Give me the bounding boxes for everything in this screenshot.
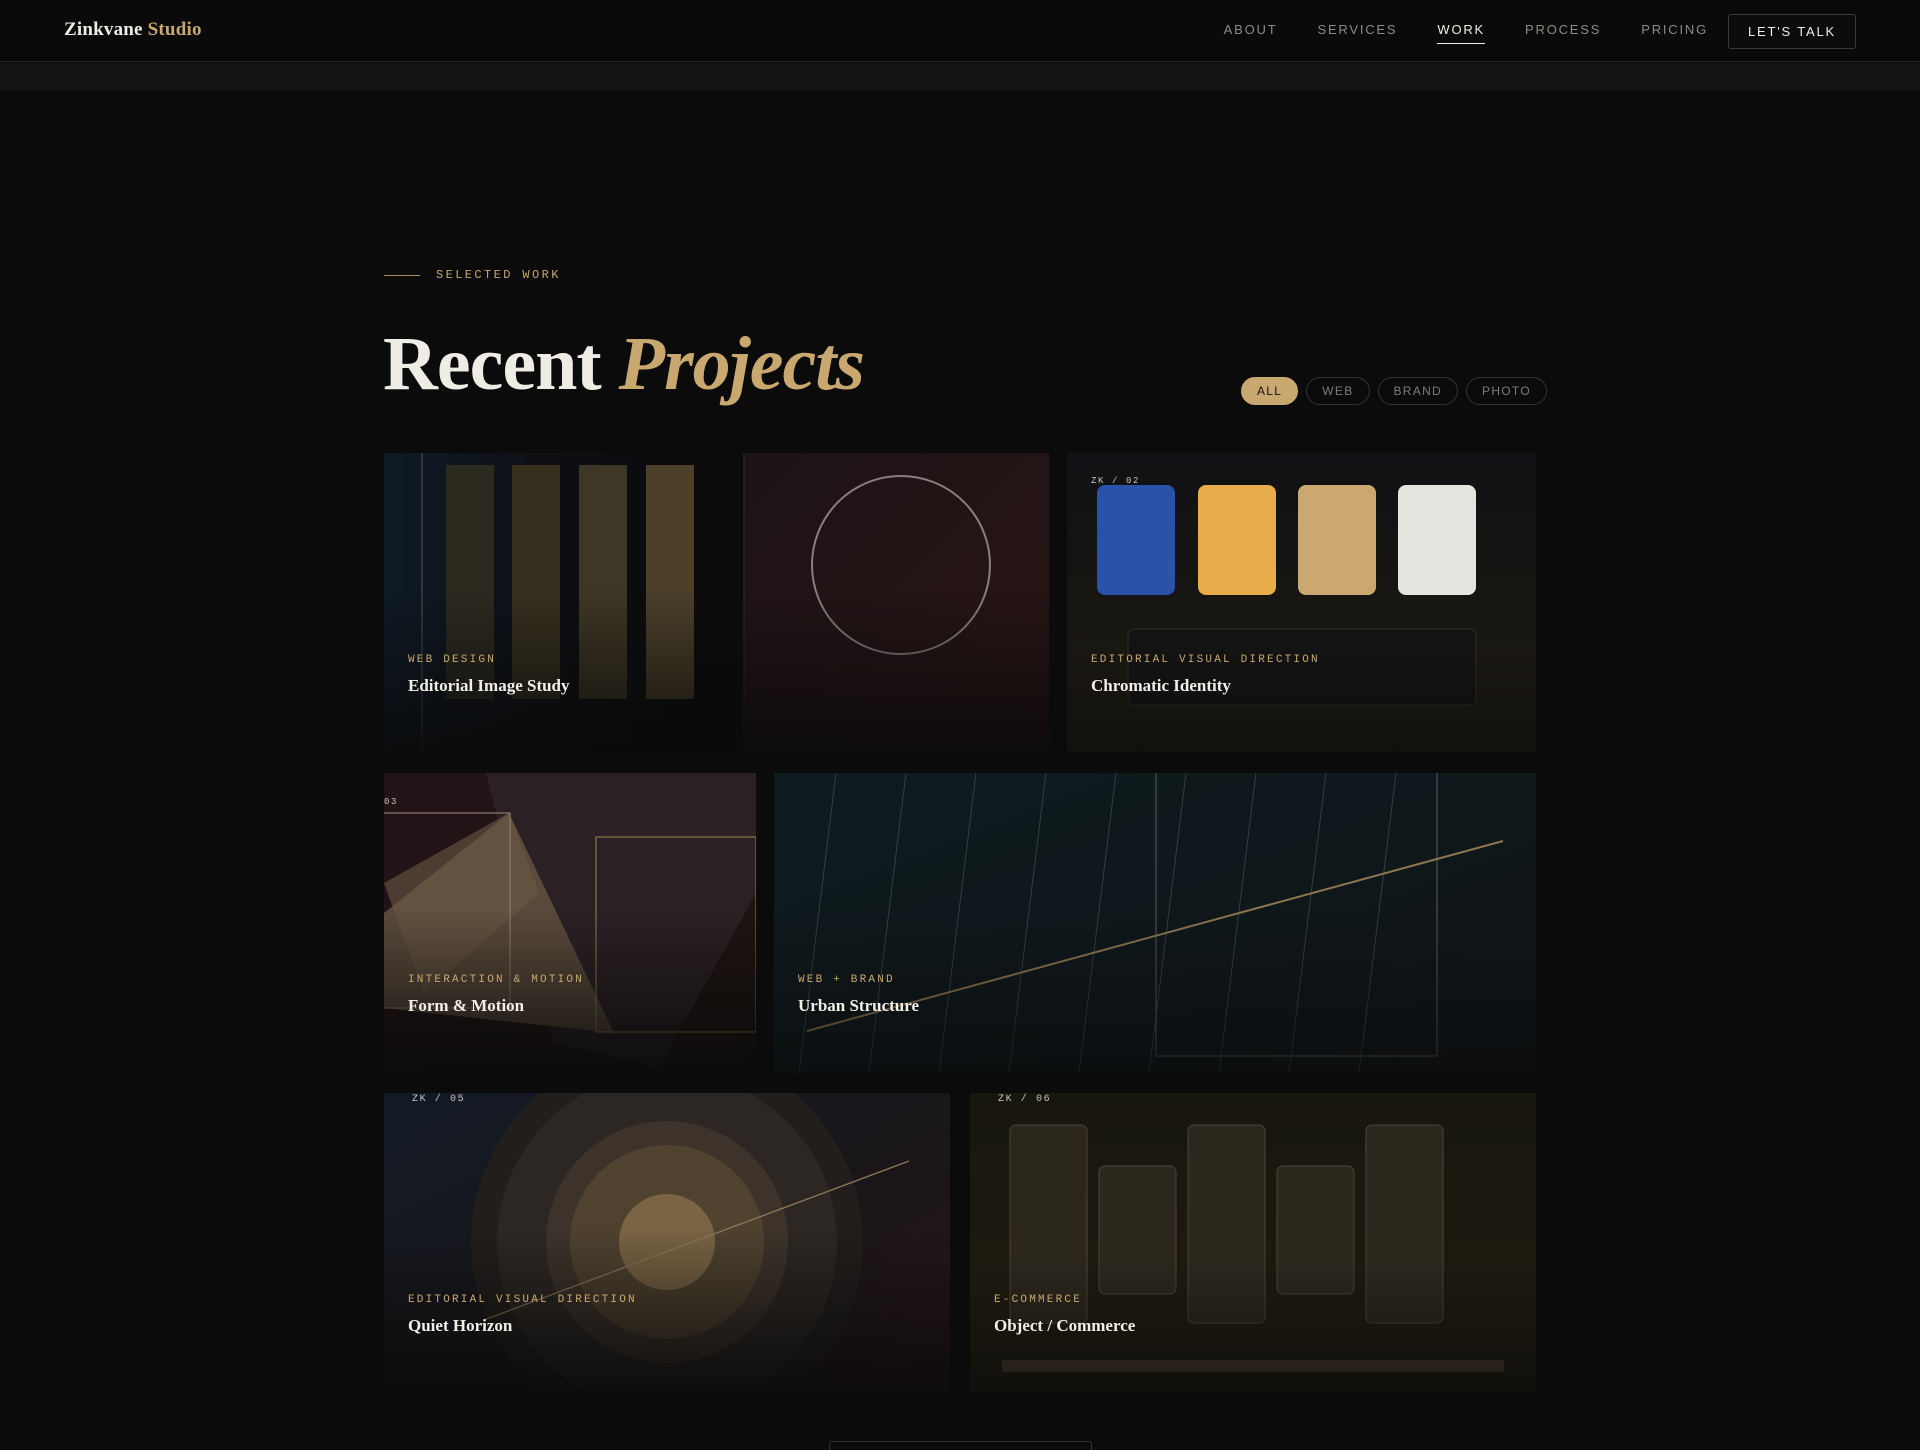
- brand-logo[interactable]: Zinkvane Studio: [64, 19, 202, 41]
- card-shade: [774, 908, 1536, 1073]
- project-card-object-commerce[interactable]: ZK / 06 E-COMMERCE Object / Commerce: [970, 1093, 1536, 1393]
- project-title: Object / Commerce: [994, 1316, 1136, 1335]
- lets-talk-button[interactable]: LET'S TALK: [1728, 14, 1856, 49]
- project-category: WEB DESIGN: [408, 654, 497, 666]
- project-code: ZK / 06: [998, 1094, 1052, 1105]
- card-shade: [384, 588, 1049, 753]
- load-more-button[interactable]: [829, 1441, 1092, 1450]
- project-card-chromatic-identity[interactable]: ZK / 02 EDITORIAL VISUAL DIRECTION Chrom…: [1067, 453, 1536, 753]
- eyebrow-rule: [384, 274, 420, 276]
- nav-link-work[interactable]: WORK: [1437, 22, 1485, 44]
- nav-links: ABOUT SERVICES WORK PROCESS PRICING: [1224, 0, 1708, 62]
- top-nav: Zinkvane Studio ABOUT SERVICES WORK PROC…: [0, 0, 1920, 62]
- project-code: ZK / 05: [412, 1094, 466, 1105]
- eyebrow-label: SELECTED WORK: [436, 268, 561, 282]
- nav-link-about[interactable]: ABOUT: [1224, 22, 1278, 41]
- project-card-form-and-motion[interactable]: 03 INTERACTION & MOTION Form & Motion: [384, 773, 756, 1073]
- nav-subbar: [0, 63, 1920, 90]
- brand-name: Zinkvane: [64, 19, 143, 40]
- filter-photo[interactable]: PHOTO: [1466, 377, 1547, 405]
- filter-brand[interactable]: BRAND: [1377, 377, 1459, 405]
- filter-pills: ALL WEB BRAND PHOTO: [1241, 377, 1547, 405]
- project-category: E-COMMERCE: [994, 1294, 1083, 1306]
- project-category: WEB + BRAND: [798, 974, 895, 986]
- card-shade: [384, 908, 756, 1073]
- section-eyebrow: SELECTED WORK: [384, 268, 561, 282]
- filter-web[interactable]: WEB: [1306, 377, 1370, 405]
- project-code: 03: [384, 797, 399, 807]
- project-title: Editorial Image Study: [408, 676, 570, 695]
- card-shade: [384, 1228, 950, 1393]
- project-card-urban-structure[interactable]: WEB + BRAND Urban Structure: [774, 773, 1536, 1073]
- project-title: Form & Motion: [408, 996, 525, 1015]
- project-card-editorial-image-study[interactable]: WEB DESIGN Editorial Image Study: [384, 453, 1049, 753]
- project-title: Quiet Horizon: [408, 1316, 513, 1335]
- nav-link-pricing[interactable]: PRICING: [1641, 22, 1708, 41]
- nav-link-services[interactable]: SERVICES: [1317, 22, 1397, 41]
- title-main: Recent: [383, 322, 602, 406]
- project-code: ZK / 02: [1091, 476, 1141, 486]
- brand-accent: Studio: [147, 19, 202, 40]
- title-accent: Projects: [618, 322, 865, 406]
- project-card-quiet-horizon[interactable]: ZK / 05 EDITORIAL VISUAL DIRECTION Quiet…: [384, 1093, 950, 1393]
- project-title: Urban Structure: [798, 996, 920, 1015]
- nav-link-process[interactable]: PROCESS: [1525, 22, 1601, 41]
- project-category: EDITORIAL VISUAL DIRECTION: [1091, 654, 1320, 666]
- filter-all[interactable]: ALL: [1241, 377, 1299, 405]
- section-title: Recent Projects: [383, 318, 865, 410]
- project-title: Chromatic Identity: [1091, 676, 1231, 695]
- project-category: EDITORIAL VISUAL DIRECTION: [408, 1294, 637, 1306]
- project-category: INTERACTION & MOTION: [408, 974, 585, 986]
